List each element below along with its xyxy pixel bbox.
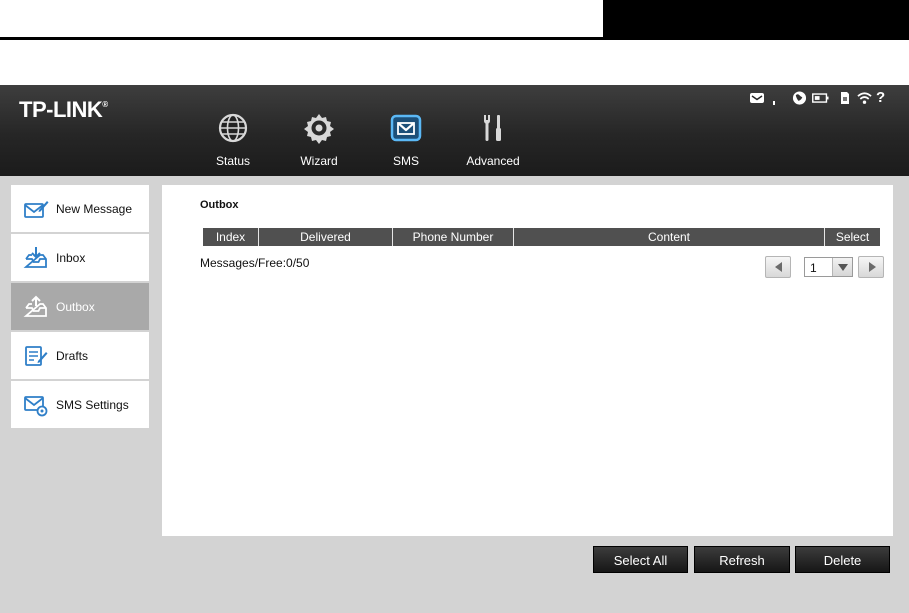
nav-wizard-label: Wizard (300, 154, 338, 168)
nav-advanced[interactable]: Advanced (453, 112, 533, 174)
nav-sms[interactable]: SMS (366, 112, 446, 174)
nav-status-label: Status (215, 154, 251, 168)
delete-button[interactable]: Delete (795, 546, 890, 573)
column-header-content: Content (514, 228, 825, 246)
envelope-icon (390, 114, 422, 142)
help-icon[interactable]: ? (876, 90, 888, 106)
page-title: Outbox (200, 199, 239, 211)
chevron-down-icon (838, 264, 848, 271)
nav-sms-label: SMS (392, 154, 419, 168)
next-page-button[interactable] (858, 256, 884, 278)
message-table-header: Index Delivered Phone Number Content Sel… (203, 228, 880, 246)
nav-status[interactable]: Status (193, 112, 273, 174)
wifi-icon (857, 92, 872, 104)
column-header-select: Select (835, 230, 870, 244)
brand-logo-text: TP-LINK (19, 97, 103, 122)
gear-icon (304, 114, 334, 144)
sidebar-item-label: Drafts (56, 348, 89, 363)
refresh-button[interactable]: Refresh (694, 546, 790, 573)
nav-advanced-label: Advanced (466, 154, 520, 168)
message-icon[interactable] (750, 90, 764, 106)
battery-icon (812, 93, 829, 103)
page-select[interactable]: 1 (804, 257, 853, 277)
tools-icon (484, 115, 501, 141)
chevron-left-icon (775, 262, 782, 272)
sidebar-item-inbox[interactable]: Inbox (11, 234, 149, 281)
page-select-dropdown[interactable] (832, 258, 852, 276)
sidebar-item-label: Outbox (56, 299, 95, 314)
chevron-right-icon (869, 262, 876, 272)
internet-globe-icon (792, 91, 807, 105)
sim-card-icon (841, 92, 849, 104)
column-header-phone-number: Phone Number (393, 228, 514, 246)
inbox-icon (23, 246, 47, 268)
brand-logo: TP-LINK® (19, 97, 108, 123)
signal-icon (773, 101, 775, 105)
message-count: Messages/Free:0/50 (200, 256, 310, 270)
sms-settings-icon (24, 395, 48, 416)
compose-icon (24, 200, 49, 218)
sidebar-item-new-message[interactable]: New Message (11, 185, 149, 232)
globe-icon (218, 113, 248, 143)
previous-page-button[interactable] (765, 256, 791, 278)
sidebar-item-label: Inbox (56, 250, 86, 265)
page-select-value: 1 (810, 261, 817, 275)
sidebar-item-drafts[interactable]: Drafts (11, 332, 149, 379)
select-all-button[interactable]: Select All (593, 546, 688, 573)
outbox-icon (23, 295, 47, 317)
column-header-index: Index (203, 228, 259, 246)
column-header-delivered: Delivered (259, 228, 393, 246)
sidebar-item-label: New Message (56, 201, 133, 216)
drafts-icon (25, 345, 48, 366)
sidebar-item-sms-settings[interactable]: SMS Settings (11, 381, 149, 428)
nav-wizard[interactable]: Wizard (279, 112, 359, 174)
sidebar-item-outbox[interactable]: Outbox (11, 283, 149, 330)
brand-trademark: ® (102, 99, 108, 109)
sidebar-item-label: SMS Settings (56, 397, 129, 412)
top-cap (603, 0, 909, 38)
